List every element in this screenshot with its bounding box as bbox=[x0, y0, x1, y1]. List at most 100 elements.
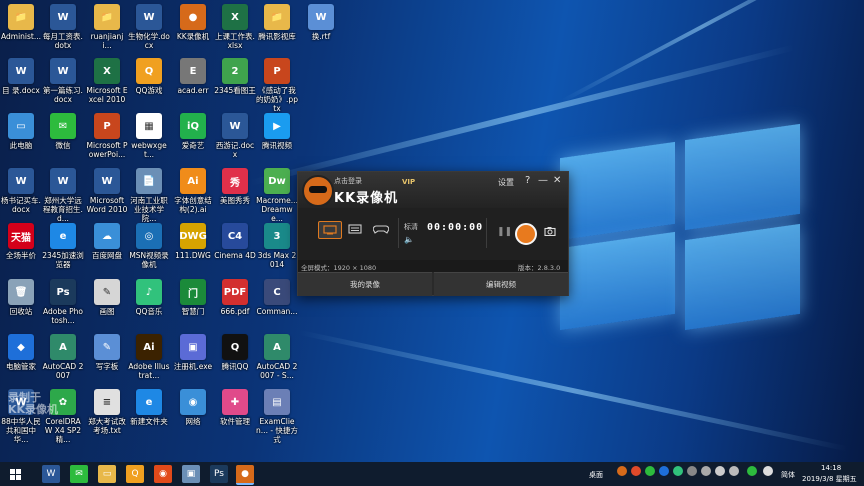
desktop-icon[interactable]: 📁 Administ... bbox=[0, 4, 42, 41]
desktop-toolbar-label[interactable]: 桌面 bbox=[589, 470, 603, 480]
network-tray-icon[interactable] bbox=[729, 466, 739, 476]
qq-taskbar-icon[interactable]: Q bbox=[126, 465, 144, 483]
desktop-icon[interactable]: W 每月工资表.dotx bbox=[42, 4, 84, 50]
desktop-icon[interactable]: ▦ webwxget... bbox=[128, 113, 170, 159]
login-link[interactable]: 点击登录 bbox=[334, 176, 362, 186]
desktop-icon[interactable]: W 杨书记买车.docx bbox=[0, 168, 42, 214]
volume-tray-icon[interactable] bbox=[715, 466, 725, 476]
input-language[interactable]: 简体 bbox=[781, 470, 795, 480]
screen-mode-icon[interactable] bbox=[318, 221, 342, 239]
desktop-icon[interactable]: Ai Adobe Illustrat... bbox=[128, 334, 170, 380]
help-button[interactable]: ? bbox=[525, 175, 530, 186]
desktop-icon[interactable]: X 上课工作表.xlsx bbox=[214, 4, 256, 50]
desktop-icon[interactable]: W Microsoft Word 2010 bbox=[86, 168, 128, 214]
desktop-icon[interactable]: X Microsoft Excel 2010 bbox=[86, 58, 128, 104]
close-button[interactable]: ✕ bbox=[553, 175, 561, 186]
desktop-icon[interactable]: W 换.rtf bbox=[300, 4, 342, 41]
desktop-icon[interactable]: W 第一篇练习.docx bbox=[42, 58, 84, 104]
desktop-icon-label: 电脑管家 bbox=[6, 362, 36, 371]
divider bbox=[398, 218, 399, 248]
tray-icon[interactable] bbox=[673, 466, 683, 476]
desktop-icon[interactable]: ✚ 软件管理 bbox=[214, 389, 256, 426]
clock-time[interactable]: 14:18 bbox=[821, 464, 841, 472]
photoshop-taskbar-icon[interactable]: Ps bbox=[210, 465, 228, 483]
desktop-icon[interactable]: ▤ ExamClien... - 快捷方式 bbox=[256, 389, 298, 444]
desktop-icon[interactable]: iQ 爱奇艺 bbox=[172, 113, 214, 150]
wechat-tray-icon[interactable] bbox=[747, 466, 757, 476]
desktop-icon[interactable]: 📁 腾讯影视库 bbox=[256, 4, 298, 41]
desktop-icon[interactable]: ☁ 百度网盘 bbox=[86, 223, 128, 260]
vip-badge[interactable]: VIP bbox=[402, 178, 415, 186]
desktop-icon[interactable]: C4 Cinema 4D bbox=[214, 223, 256, 260]
desktop-icon[interactable]: ◉ 网络 bbox=[172, 389, 214, 426]
desktop-icon[interactable]: ▣ 注册机.exe bbox=[172, 334, 214, 371]
desktop-icon[interactable]: W 目 录.docx bbox=[0, 58, 42, 95]
desktop-icon[interactable]: P Microsoft PowerPoi... bbox=[86, 113, 128, 159]
tab-edit-video[interactable]: 编辑视频 bbox=[434, 272, 568, 296]
kk-taskbar-icon[interactable]: ● bbox=[236, 465, 254, 485]
quality-label[interactable]: 标清 bbox=[404, 222, 418, 232]
kk-tray-icon[interactable] bbox=[617, 466, 627, 476]
desktop-icon[interactable]: Q QQ游戏 bbox=[128, 58, 170, 95]
tray-icon[interactable] bbox=[631, 466, 641, 476]
desktop-icon[interactable]: ≡ 郑大考试改考场.txt bbox=[86, 389, 128, 435]
desktop-icon[interactable]: PDF 666.pdf bbox=[214, 279, 256, 316]
start-button[interactable] bbox=[6, 465, 24, 483]
desktop-icon[interactable]: ✉ 微信 bbox=[42, 113, 84, 150]
desktop-icon[interactable]: e 2345加速浏览器 bbox=[42, 223, 84, 269]
settings-button[interactable]: 设置 bbox=[498, 177, 514, 188]
desktop-icon[interactable]: ● KK录像机 bbox=[172, 4, 214, 41]
desktop-icon[interactable]: 2 2345看图王 bbox=[214, 58, 256, 95]
desktop-icon[interactable]: ◎ MSN视频录像机 bbox=[128, 223, 170, 269]
desktop-icon-label: 智慧门 bbox=[181, 307, 205, 316]
desktop-icon[interactable]: A AutoCAD 2007 - S... bbox=[256, 334, 298, 380]
app-taskbar-icon[interactable]: ▣ bbox=[182, 465, 200, 483]
browser-taskbar-icon[interactable]: ◉ bbox=[154, 465, 172, 483]
tray-icon[interactable] bbox=[645, 466, 655, 476]
desktop-icon[interactable]: ◆ 电脑管家 bbox=[0, 334, 42, 371]
desktop-icon-image: ✚ bbox=[222, 389, 248, 415]
desktop-icon[interactable]: DWG 111.DWG bbox=[172, 223, 214, 260]
tray-icon[interactable] bbox=[687, 466, 697, 476]
desktop-icon[interactable]: ✎ 画图 bbox=[86, 279, 128, 316]
speaker-icon[interactable]: 🔈 bbox=[404, 235, 414, 244]
desktop-icon[interactable]: ▶ 腾讯视频 bbox=[256, 113, 298, 150]
desktop-icon[interactable]: 3 3ds Max 2014 bbox=[256, 223, 298, 269]
minimize-button[interactable]: — bbox=[538, 175, 548, 186]
desktop-icon[interactable]: W 郑州大学远程教育招生.d... bbox=[42, 168, 84, 223]
pause-icon[interactable]: ❚❚ bbox=[497, 227, 512, 237]
record-button[interactable] bbox=[515, 223, 537, 245]
window-mode-icon[interactable] bbox=[344, 221, 366, 237]
desktop-icon[interactable]: 秀美图秀秀 bbox=[214, 168, 256, 205]
desktop-icon[interactable]: ✎ 写字板 bbox=[86, 334, 128, 371]
desktop-icon[interactable]: C Comman... bbox=[256, 279, 298, 316]
desktop-icon[interactable]: 天猫 全场半价 bbox=[0, 223, 42, 260]
wechat-taskbar-icon[interactable]: ✉ bbox=[70, 465, 88, 483]
desktop-icon-label: Adobe Illustrat... bbox=[128, 362, 170, 380]
desktop-icon[interactable]: Dw Macrome... Dreamwe... bbox=[256, 168, 298, 223]
screenshot-camera-icon[interactable] bbox=[544, 226, 556, 239]
desktop-icon[interactable]: Ai 字体创意结构(2).ai bbox=[172, 168, 214, 214]
desktop-icon[interactable]: ▭ 此电脑 bbox=[0, 113, 42, 150]
desktop-icon[interactable]: e 新建文件夹 bbox=[128, 389, 170, 426]
desktop-icon[interactable]: W 西游记.docx bbox=[214, 113, 256, 159]
desktop-icon[interactable]: 📄 河南工业职业技术学院... bbox=[128, 168, 170, 223]
desktop-icon[interactable]: Eacad.err bbox=[172, 58, 214, 95]
desktop-icon[interactable]: Q 腾讯QQ bbox=[214, 334, 256, 371]
desktop-icon[interactable]: Ps Adobe Photosh... bbox=[42, 279, 84, 325]
desktop-icon[interactable]: A AutoCAD 2007 bbox=[42, 334, 84, 380]
desktop-icon[interactable]: 🗑 回收站 bbox=[0, 279, 42, 316]
shield-tray-icon[interactable] bbox=[659, 466, 669, 476]
pen-tray-icon[interactable] bbox=[701, 466, 711, 476]
desktop-icon[interactable]: 📁 ruanjianji... bbox=[86, 4, 128, 50]
desktop-icon[interactable]: ♪ QQ音乐 bbox=[128, 279, 170, 316]
word-taskbar-icon[interactable]: W bbox=[42, 465, 60, 483]
desktop-icon[interactable]: P 《感动了我的奶奶》.pptx bbox=[256, 58, 298, 113]
speaker-tray-icon[interactable] bbox=[763, 466, 773, 476]
explorer-taskbar-icon[interactable]: ▭ bbox=[98, 465, 116, 483]
game-mode-icon[interactable] bbox=[370, 221, 392, 237]
tab-my-recordings[interactable]: 我的录像 bbox=[298, 272, 432, 296]
desktop-icon[interactable]: 门智慧门 bbox=[172, 279, 214, 316]
desktop-icon[interactable]: W 生物化学.docx bbox=[128, 4, 170, 50]
clock-date[interactable]: 2019/3/8 星期五 bbox=[802, 474, 857, 484]
